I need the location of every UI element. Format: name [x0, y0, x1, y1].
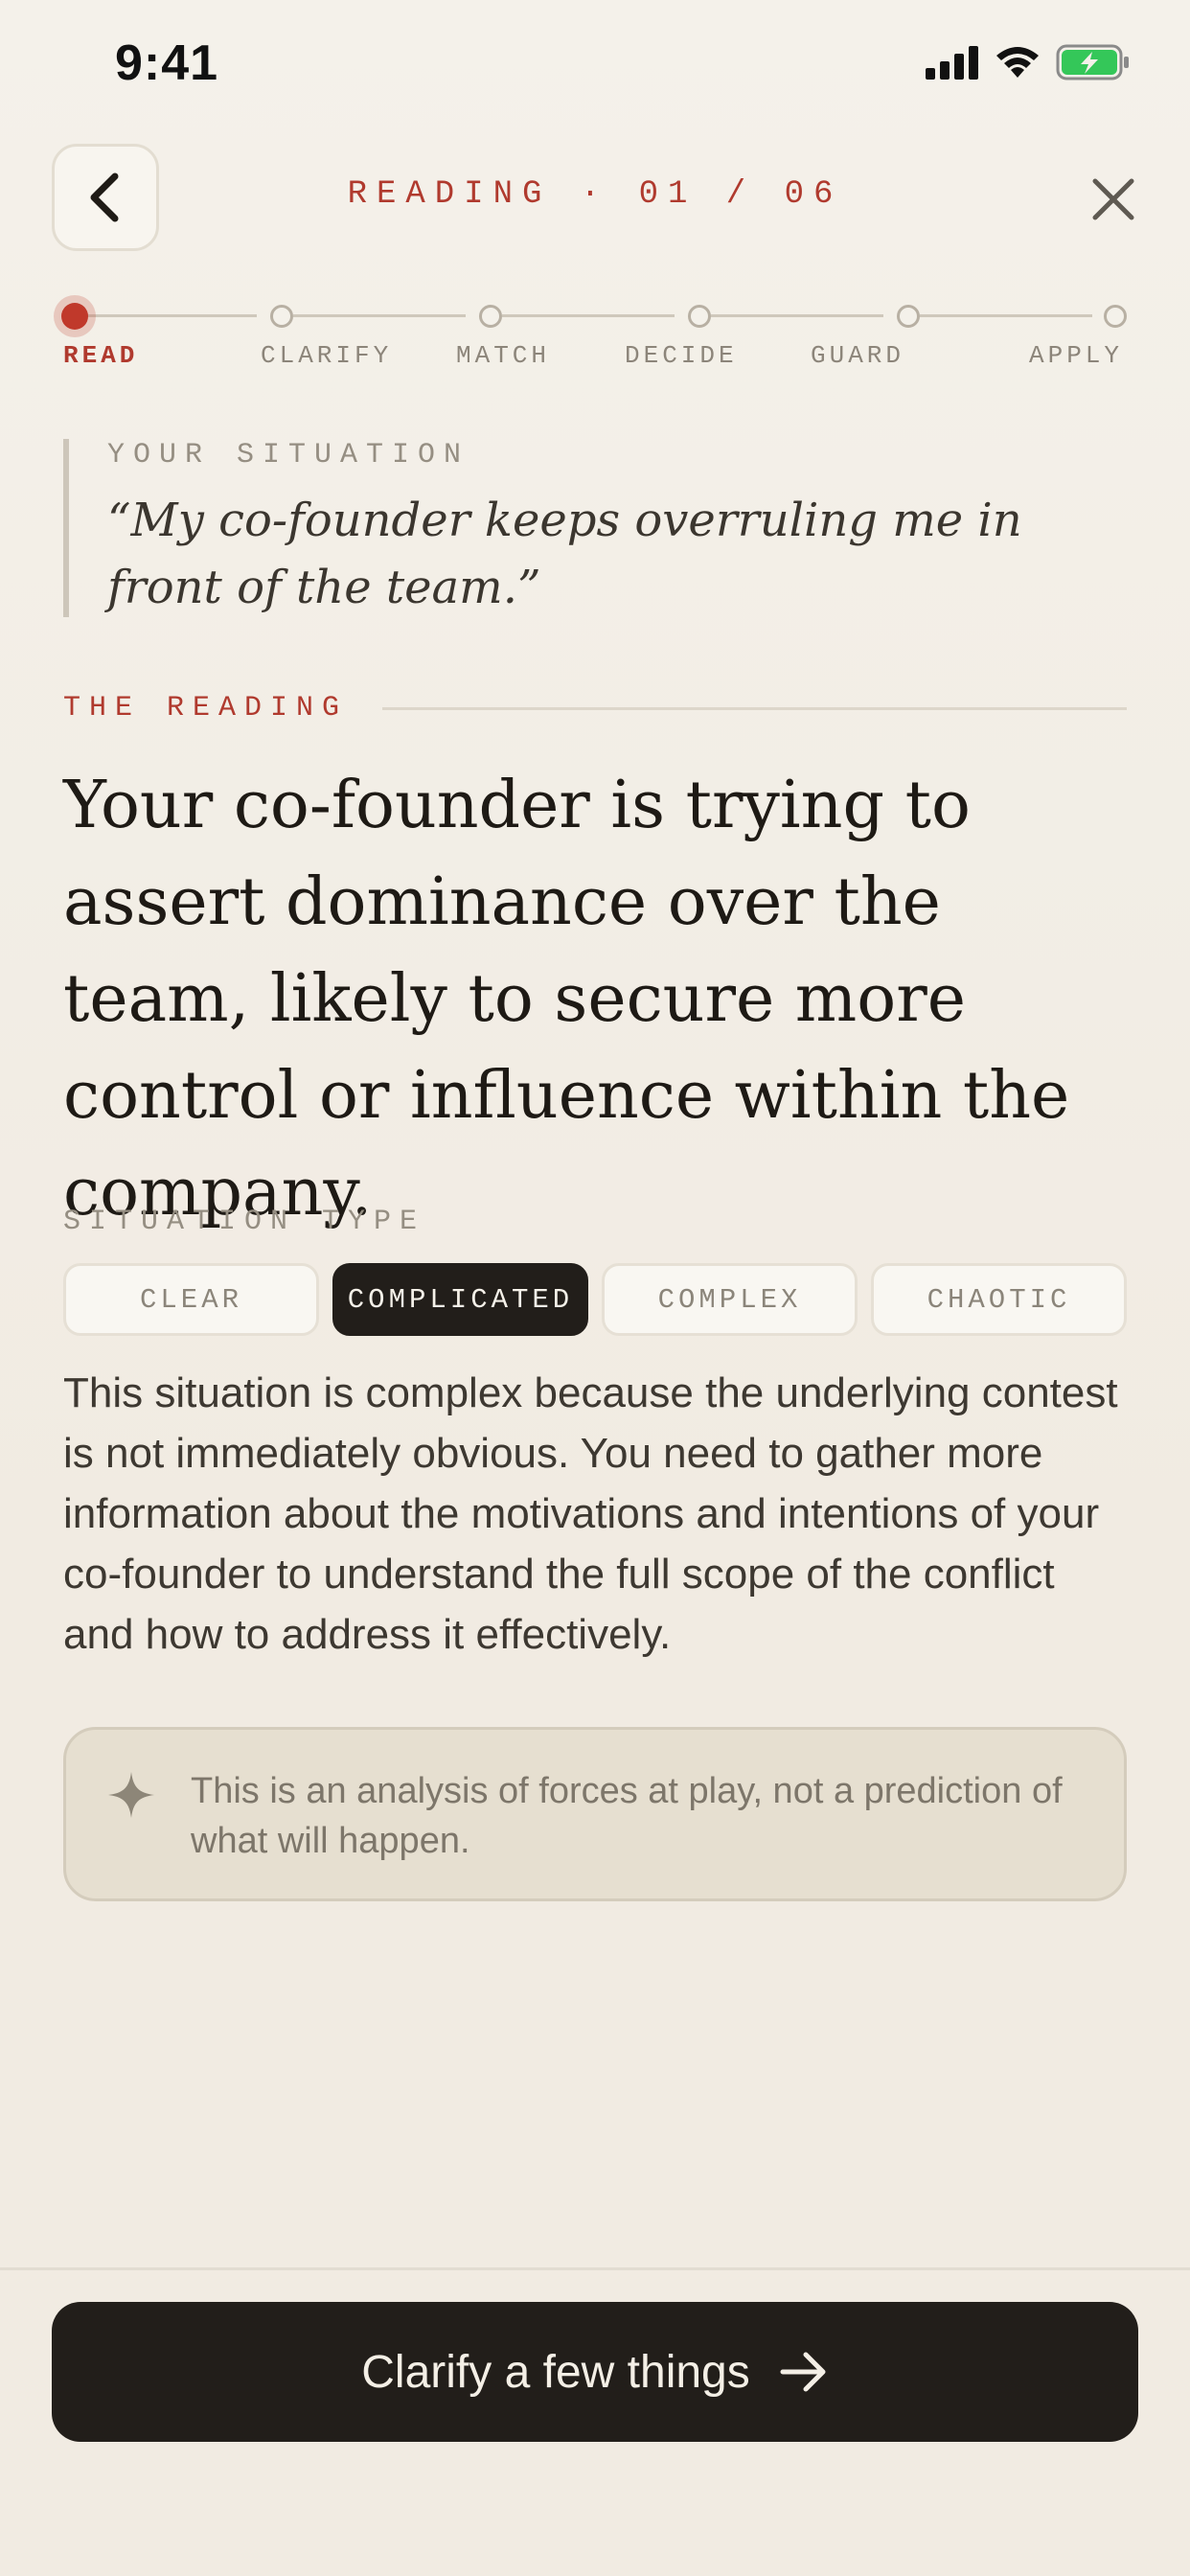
reading-header: THE READING	[63, 692, 1127, 724]
step-label-read: READ	[63, 341, 139, 370]
step-label-clarify: CLARIFY	[261, 341, 393, 370]
reading-kicker: THE READING	[63, 692, 349, 724]
step-dot-clarify	[270, 305, 293, 328]
situation-quote-block: YOUR SITUATION “My co-founder keeps over…	[63, 439, 1127, 617]
step-dot-apply	[1104, 305, 1127, 328]
reading-divider	[382, 706, 1127, 710]
type-chip-complicated[interactable]: COMPLICATED	[332, 1263, 588, 1336]
type-chip-chaotic[interactable]: CHAOTIC	[871, 1263, 1127, 1336]
arrow-right-icon	[780, 2352, 826, 2392]
step-dot-match	[479, 305, 502, 328]
step-label-match: MATCH	[456, 341, 551, 370]
situation-quote: “My co-founder keeps overruling me in fr…	[107, 494, 1022, 614]
status-time: 9:41	[115, 35, 219, 91]
stepper-connector	[502, 314, 675, 317]
stepper-connector	[293, 314, 466, 317]
stepper-connector	[84, 314, 257, 317]
situation-type-kicker: SITUATION TYPE	[63, 1206, 426, 1238]
close-button[interactable]	[1085, 171, 1142, 228]
step-label-decide: DECIDE	[625, 341, 738, 370]
situation-kicker: YOUR SITUATION	[107, 439, 470, 472]
step-label-guard: GUARD	[811, 341, 905, 370]
status-bar: 9:41	[0, 0, 1190, 134]
battery-charging-icon	[1056, 44, 1129, 80]
disclaimer-text: This is an analysis of forces at play, n…	[191, 1771, 1063, 1861]
type-chip-complex[interactable]: COMPLEX	[602, 1263, 858, 1336]
clarify-button[interactable]: Clarify a few things	[52, 2302, 1138, 2442]
stepper-connector	[920, 314, 1092, 317]
status-icons	[926, 44, 1131, 80]
situation-type-description: This situation is complex because the un…	[63, 1369, 1118, 1658]
clarify-button-label: Clarify a few things	[361, 2346, 750, 2398]
page-title: READING · 01 / 06	[347, 176, 843, 213]
stepper-connector	[711, 314, 883, 317]
type-chip-clear[interactable]: CLEAR	[63, 1263, 319, 1336]
footer-divider	[0, 2267, 1190, 2270]
sparkle-icon	[108, 1772, 154, 1818]
step-dot-read	[61, 303, 88, 330]
close-icon	[1092, 178, 1134, 220]
reading-text: Your co-founder is trying to assert domi…	[63, 768, 1070, 1230]
wifi-icon	[996, 47, 1039, 78]
situation-type-selector: CLEAR COMPLICATED COMPLEX CHAOTIC	[63, 1263, 1127, 1336]
disclaimer-note: This is an analysis of forces at play, n…	[63, 1727, 1127, 1901]
step-label-apply: APPLY	[1029, 341, 1124, 370]
step-dot-guard	[897, 305, 920, 328]
nav-header: READING · 01 / 06	[0, 144, 1190, 253]
progress-stepper: READ CLARIFY MATCH DECIDE GUARD APPLY	[61, 297, 1127, 374]
step-dot-decide	[688, 305, 711, 328]
cellular-signal-icon	[926, 46, 978, 80]
